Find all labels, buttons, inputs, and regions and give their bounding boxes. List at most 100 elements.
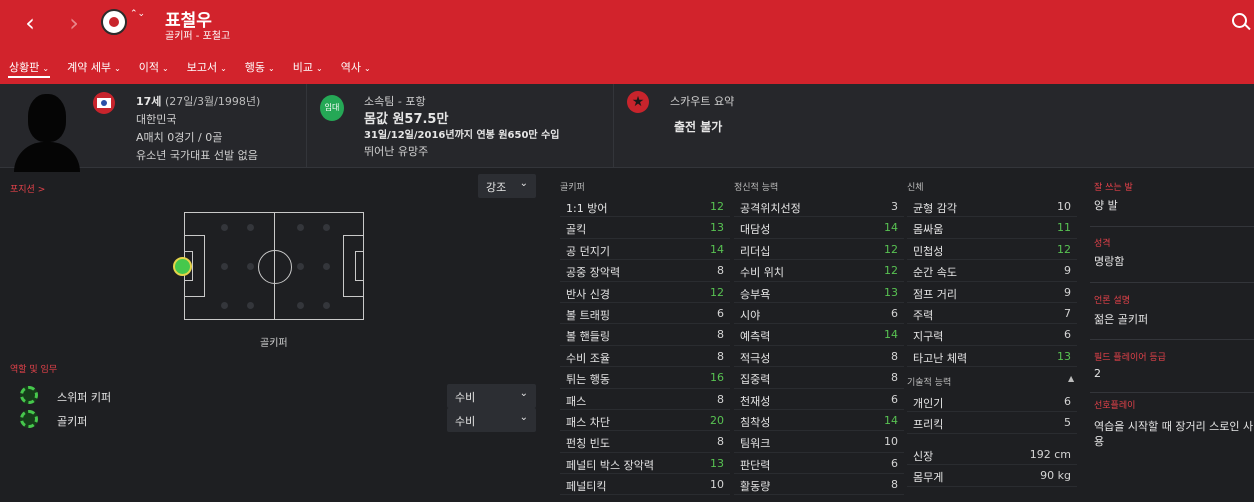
attribute-name: 천재성	[740, 394, 771, 408]
physical-attributes: 균형 감각 10 몸싸움 11 민첩성 12 순간 속도 9 점프 거리 9 주력 7 지구력 6 타고난 …	[907, 196, 1077, 368]
media-description-value: 젊은 골키퍼	[1094, 313, 1149, 326]
attribute-row[interactable]: 튀는 행동 16	[560, 367, 730, 389]
club-line[interactable]: 소속팀 - 포항	[364, 93, 426, 109]
attribute-row[interactable]: 활동량 8	[734, 474, 904, 496]
position-pitch	[184, 212, 364, 320]
position-name: 골키퍼	[260, 338, 288, 349]
attribute-row[interactable]: 침착성 14	[734, 410, 904, 432]
attribute-row[interactable]: 적극성 8	[734, 346, 904, 368]
position-title[interactable]: 포지션 >	[10, 182, 45, 195]
star-icon: ★	[627, 91, 649, 113]
tab-transfer[interactable]: 이적 ⌄	[130, 56, 178, 84]
tab-contract[interactable]: 계약 세부 ⌄	[58, 56, 130, 84]
attribute-row[interactable]: 볼 트래핑 6	[560, 303, 730, 325]
mental-attributes: 공격위치선정 3 대담성 14 리더십 12 수비 위치 12 승부욕 13 시야 6 예측력 14 적극성…	[734, 196, 904, 496]
attribute-row[interactable]: 1:1 방어 12	[560, 196, 730, 218]
attribute-row[interactable]: 민첩성 12	[907, 239, 1077, 261]
role-name[interactable]: 골키퍼	[57, 413, 87, 429]
weight-row: 몸무게 90 kg	[907, 465, 1077, 487]
attribute-row[interactable]: 공 던지기 14	[560, 239, 730, 261]
media-description-label: 언론 설명	[1094, 296, 1130, 306]
attribute-row[interactable]: 패스 8	[560, 389, 730, 410]
tab-reports[interactable]: 보고서 ⌄	[178, 56, 236, 84]
nationality: 대한민국	[136, 113, 177, 126]
attribute-row[interactable]: 공격위치선정 3	[734, 196, 904, 218]
attribute-name: 페널티킥	[566, 480, 607, 494]
attribute-row[interactable]: 프리킥 5	[907, 412, 1077, 434]
attribute-row[interactable]: 볼 핸들링 8	[560, 324, 730, 346]
attribute-row[interactable]: 골킥 13	[560, 217, 730, 239]
attribute-row[interactable]: 공중 장악력 8	[560, 260, 730, 282]
role-name[interactable]: 스위퍼 키퍼	[57, 389, 111, 405]
attribute-value: 13	[710, 456, 724, 470]
attribute-row[interactable]: 점프 거리 9	[907, 282, 1077, 303]
attribute-value: 8	[891, 478, 898, 492]
attribute-row[interactable]: 패스 차단 20	[560, 410, 730, 432]
duty-dropdown[interactable]: 수비 ⌄	[447, 408, 536, 432]
attribute-name: 지구력	[913, 330, 944, 344]
attribute-row[interactable]: 승부욕 13	[734, 282, 904, 303]
scout-summary-title[interactable]: 스카우트 요약	[670, 93, 734, 109]
attribute-value: 14	[884, 413, 898, 427]
prospect-line: 뛰어난 유망주	[364, 145, 429, 158]
attribute-name: 패스	[566, 394, 587, 408]
personality-value: 명랑함	[1094, 255, 1125, 268]
attribute-row[interactable]: 개인기 6	[907, 391, 1077, 413]
preferred-move[interactable]: 역습을 시작할 때 장거리 스로인 사용	[1094, 419, 1254, 449]
attribute-row[interactable]: 집중력 8	[734, 367, 904, 389]
attribute-row[interactable]: 예측력 14	[734, 324, 904, 346]
contract-line: 31일/12일/2016년까지 연봉 원650만 수입	[364, 130, 560, 141]
attribute-row[interactable]: 리더십 12	[734, 239, 904, 261]
club-crest-icon[interactable]	[101, 9, 127, 35]
attribute-row[interactable]: 대담성 14	[734, 217, 904, 239]
back-icon[interactable]: ‹	[19, 10, 41, 36]
attribute-row[interactable]: 수비 조율 8	[560, 346, 730, 368]
chevron-down-icon: ⌄	[519, 412, 528, 423]
attribute-value: 11	[1057, 221, 1071, 235]
attribute-row[interactable]: 페널티킥 10	[560, 474, 730, 496]
attribute-row[interactable]: 반사 신경 12	[560, 282, 730, 303]
attribute-row[interactable]: 균형 감각 10	[907, 196, 1077, 218]
attribute-row[interactable]: 수비 위치 12	[734, 260, 904, 282]
club-switch-arrows[interactable]: ⌃⌄	[130, 9, 145, 20]
attribute-row[interactable]: 시야 6	[734, 303, 904, 325]
youth-caps: 유소년 국가대표 선발 없음	[136, 149, 258, 162]
attribute-value: 14	[710, 242, 724, 256]
highlight-dropdown[interactable]: 강조 ⌄	[478, 174, 536, 198]
attribute-value: 8	[717, 349, 724, 363]
physical-title: 신체	[907, 183, 924, 193]
attribute-value: 10	[884, 435, 898, 449]
attribute-row[interactable]: 천재성 6	[734, 389, 904, 410]
attribute-value: 6	[1064, 328, 1071, 342]
search-icon[interactable]	[1232, 13, 1247, 28]
attribute-row[interactable]: 페널티 박스 장악력 13	[560, 453, 730, 475]
attribute-name: 공 던지기	[566, 244, 610, 258]
attribute-row[interactable]: 주력 7	[907, 303, 1077, 325]
scout-status: 출전 불가	[674, 120, 723, 134]
attribute-value: 9	[1064, 285, 1071, 299]
attribute-value: 9	[1064, 264, 1071, 278]
attribute-row[interactable]: 판단력 6	[734, 453, 904, 475]
attribute-value: 8	[717, 328, 724, 342]
tab-compare[interactable]: 비교 ⌄	[284, 56, 332, 84]
attribute-row[interactable]: 팀워크 10	[734, 431, 904, 453]
forward-icon[interactable]: ›	[63, 10, 85, 36]
roles-title: 역할 및 임무	[10, 365, 58, 375]
mental-title: 정신적 능력	[734, 183, 779, 193]
tab-history[interactable]: 역사 ⌄	[332, 56, 380, 84]
attribute-row[interactable]: 지구력 6	[907, 324, 1077, 346]
attribute-name: 리더십	[740, 244, 771, 258]
attribute-row[interactable]: 펀칭 빈도 8	[560, 431, 730, 453]
attribute-row[interactable]: 타고난 체력 13	[907, 346, 1077, 368]
tab-actions[interactable]: 행동 ⌄	[236, 56, 284, 84]
international-caps: A매치 0경기 / 0골	[136, 131, 223, 144]
attribute-name: 타고난 체력	[913, 351, 968, 365]
tab-overview[interactable]: 상황판 ⌄	[0, 56, 58, 84]
attribute-value: 5	[1064, 416, 1071, 430]
duty-dropdown[interactable]: 수비 ⌄	[447, 384, 536, 408]
attribute-row[interactable]: 순간 속도 9	[907, 260, 1077, 282]
attribute-row[interactable]: 몸싸움 11	[907, 217, 1077, 239]
goalkeeper-position-marker	[173, 257, 192, 276]
role-rating-icon	[20, 410, 38, 428]
collapse-icon[interactable]: ▲	[1068, 374, 1074, 383]
